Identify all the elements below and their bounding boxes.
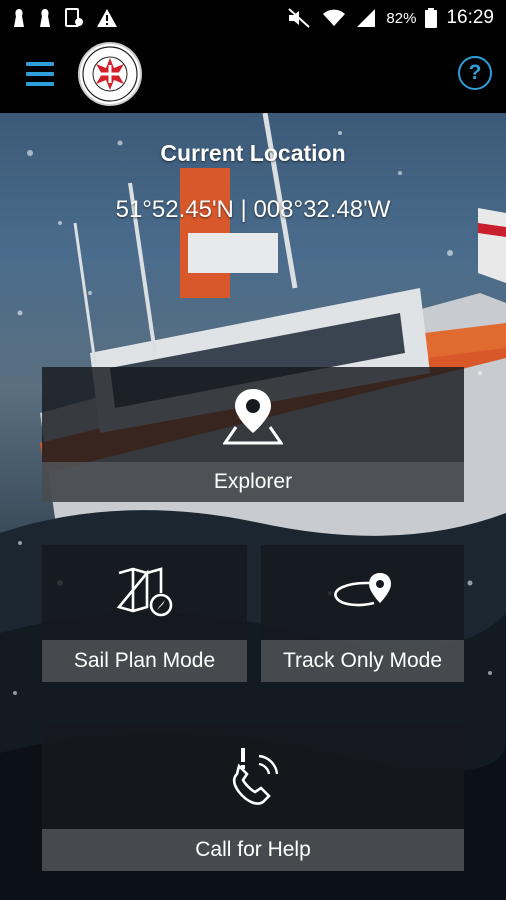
hamburger-line — [26, 72, 54, 76]
mute-icon — [288, 8, 311, 28]
menu-button[interactable] — [26, 62, 54, 86]
current-location-coordinates: 51°52.45'N | 008°32.48'W — [115, 196, 391, 223]
explorer-label: Explorer — [42, 462, 464, 502]
current-location-title: Current Location — [160, 140, 346, 166]
notification-icon — [14, 9, 24, 27]
explorer-tile[interactable]: Explorer — [42, 367, 464, 502]
map-pin-icon — [223, 389, 283, 445]
warning-icon — [97, 9, 117, 27]
call-for-help-tile[interactable]: Call for Help — [42, 724, 464, 871]
status-bar: 82% 16:29 — [0, 0, 506, 36]
call-for-help-label: Call for Help — [42, 829, 464, 871]
dgzrs-logo — [78, 42, 142, 106]
signal-icon — [357, 9, 376, 27]
battery-percent: 82% — [386, 9, 417, 27]
wifi-icon — [323, 9, 346, 26]
sail-plan-mode-label: Sail Plan Mode — [42, 640, 247, 682]
hamburger-line — [26, 82, 54, 86]
sim-icon — [65, 8, 83, 27]
track-only-mode-tile[interactable]: Track Only Mode — [261, 545, 464, 682]
clock: 16:29 — [446, 7, 494, 28]
background-photo: Current Location 51°52.45'N | 008°32.48'… — [0, 113, 506, 900]
track-only-mode-label: Track Only Mode — [261, 640, 464, 682]
help-button[interactable]: ? — [458, 56, 492, 90]
track-pin-icon — [333, 573, 391, 607]
app-bar: ? — [0, 36, 506, 113]
hamburger-line — [26, 62, 54, 66]
notification-icon — [40, 9, 50, 27]
battery-icon — [425, 8, 438, 28]
phone-alert-icon — [232, 748, 279, 805]
sail-plan-mode-tile[interactable]: Sail Plan Mode — [42, 545, 247, 682]
map-compass-icon — [116, 567, 172, 617]
